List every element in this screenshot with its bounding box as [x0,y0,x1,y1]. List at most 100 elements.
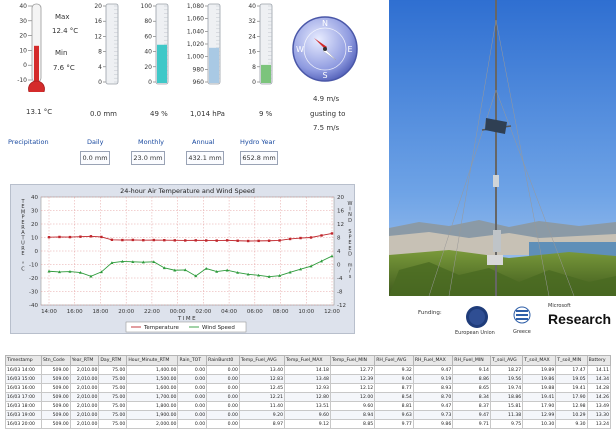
table-cell: 13.49 [586,401,612,411]
chart-point [131,238,135,242]
gusting-label: gusting to [310,110,346,118]
chart-x-tick: 16:00 [67,309,83,315]
table-header-cell: Stn_Code [40,355,71,366]
table-header-cell: Day_RTM [98,355,128,366]
thermometer-tick-label: 10 [19,47,27,54]
thermometer-tick-label: 0 [23,62,27,69]
table-cell: 19.05 [555,374,588,384]
table-cell: 2,010.00 [69,392,100,402]
legend-label: Wind Speed [202,325,235,331]
chart-y-left-label: E [21,251,24,257]
rain-gauge-graphic: 20 16 12 8 4 0 [94,3,119,86]
table-cell: 8.34 [452,392,491,402]
table-header-cell: T_soil_AVG [489,355,524,366]
current-temperature: 13.1 °C [26,108,53,116]
fuel-moisture-gauge-graphic: 40 32 24 16 8 0 [248,3,273,86]
table-cell: 75.00 [98,410,128,420]
chart-point [152,238,156,242]
table-cell: 9.32 [374,365,414,375]
rain-tick-label: 4 [98,64,102,71]
chart-point [257,239,260,243]
chart-y-right-tick: -8 [337,290,343,296]
precipitation-label: Precipitation [8,138,49,146]
table-cell: 19.41 [555,383,588,393]
thermometer-max-value: 12.4 °C [52,27,79,35]
pressure-tick-label: 1,000 [187,54,204,61]
chart-point [299,236,302,240]
chart-point [184,239,187,242]
thermometer-max-label: Max [55,13,70,21]
table-header-cell: Temp_Fuel_MIN [329,355,376,366]
table-cell: 12.98 [555,401,588,411]
chart-point [194,239,197,242]
rain-value: 0.0 mm [90,110,117,118]
chart-y-right-tick: 12 [337,222,344,228]
chart-point [225,239,229,242]
table-cell: 9.47 [412,401,454,411]
table-cell: 10.29 [555,410,588,420]
fuel-tick-label: 32 [248,18,256,25]
table-cell: 75.00 [98,401,128,411]
chart-point [163,239,166,242]
table-cell: 12.80 [284,392,331,402]
table-cell: 8.97 [238,419,286,429]
chart-point [267,239,271,242]
table-cell: 2,010.00 [69,410,100,420]
table-cell: 19.74 [489,383,524,393]
rain-tick-label: 16 [94,18,102,25]
table-cell: 2,000.00 [126,419,179,429]
chart-y-right-label: D [348,218,352,224]
table-cell: 8.65 [452,383,491,393]
chart-y-left-tick: 40 [31,195,38,201]
table-cell: 9.73 [412,410,454,420]
table-cell: 0.00 [177,383,208,393]
table-cell: 10.30 [522,419,557,429]
table-cell: 17.90 [522,401,557,411]
chart-y-left-tick: 10 [31,236,38,242]
pressure-value: 1,014 hPa [190,110,225,118]
table-cell: 14.28 [586,383,612,393]
table-cell: 12.00 [329,392,376,402]
precip-hydro-value: 652.8 mm [240,151,278,165]
chart-x-label: TIME [177,316,197,322]
pressure-tick-label: 1,040 [187,28,204,35]
table-cell: 9.04 [374,374,414,384]
chart-x-tick: 10:00 [298,309,314,315]
fuel-moisture-gauge: 40 32 24 16 8 0 [232,0,282,92]
chart-legend: Temperature Wind Speed [125,321,247,333]
table-cell: 12.21 [238,392,286,402]
table-header-cell: Year_RTM [69,355,100,366]
chart-point [288,237,292,241]
microsoft-text: Microsoft [548,303,571,309]
thermometer-tick-label: 40 [19,3,27,10]
table-cell: 16/03 14:00 [5,365,42,375]
table-cell: 0.00 [206,365,240,375]
table-cell: 18.86 [489,392,524,402]
table-cell: 12.12 [329,383,376,393]
funding-label: Funding: [418,310,442,316]
table-cell: 509.00 [40,392,71,402]
precip-annual-label: Annual [192,138,215,146]
table-cell: 14.34 [586,374,612,384]
table-header-cell: RainBurst0 [206,355,240,366]
table-cell: 2,010.00 [69,374,100,384]
table-row: 16/03 19:00 509.00 2,010.00 75.00 1,900.00 0.… [5,410,612,420]
station-photo [389,0,616,296]
chart-y-left-tick: -20 [29,276,38,282]
table-cell: 75.00 [98,392,128,402]
table-cell: 16/03 18:00 [5,401,42,411]
research-text: Research [548,311,612,327]
chart-x-tick: 06:00 [247,309,263,315]
table-cell: 509.00 [40,365,71,375]
chart-y-right-label: s [349,274,352,280]
chart-point [215,239,218,242]
thermometer-min-label: Min [55,49,68,57]
table-cell: 75.00 [98,419,128,429]
temp-wind-chart: 24-hour Air Temperature and Wind Speed 40… [10,184,355,334]
thermometer-gauge: 40 30 20 10 0 -10 Max 12.4 °C Min 7.6 °C [5,0,80,92]
table-cell: 0.00 [206,419,240,429]
greece-logo: Greece [509,303,539,337]
table-cell: 17.90 [555,392,588,402]
table-cell: 8.93 [412,383,454,393]
data-table: Timestamp Stn_Code Year_RTM Day_RTM Hour_Min… [5,355,612,429]
